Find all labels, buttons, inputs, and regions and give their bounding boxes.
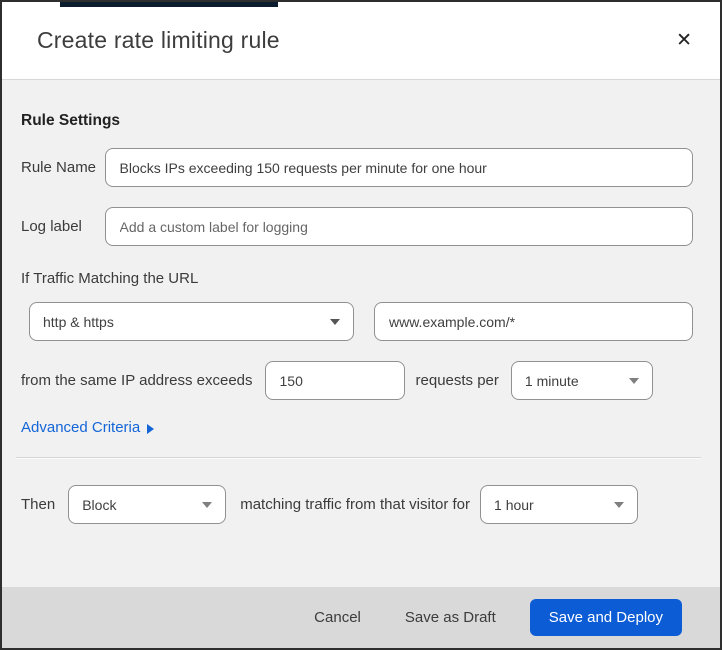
then-text: Then bbox=[21, 496, 56, 513]
advanced-criteria-label: Advanced Criteria bbox=[21, 419, 141, 436]
action-row: Then Block matching traffic from that vi… bbox=[21, 485, 693, 524]
scheme-select-value: http & https bbox=[43, 313, 114, 330]
log-label-label: Log label bbox=[21, 218, 82, 235]
close-icon[interactable]: ✕ bbox=[670, 27, 698, 54]
chevron-right-icon bbox=[147, 423, 155, 434]
dialog-body: Rule Settings Rule Name Log label If Tra… bbox=[2, 80, 720, 524]
scheme-select[interactable]: http & https bbox=[29, 302, 354, 341]
requests-per-text: requests per bbox=[415, 372, 499, 389]
action-select-value: Block bbox=[82, 496, 117, 513]
dialog-footer: Cancel Save as Draft Save and Deploy bbox=[2, 587, 720, 648]
rule-settings-heading: Rule Settings bbox=[21, 112, 121, 129]
traffic-match-heading: If Traffic Matching the URL bbox=[21, 270, 199, 287]
rule-name-input[interactable] bbox=[104, 148, 693, 187]
scheme-url-row: http & https bbox=[21, 302, 693, 341]
duration-select-value: 1 hour bbox=[494, 496, 534, 513]
period-select-value: 1 minute bbox=[524, 372, 579, 389]
top-accent-strip bbox=[60, 2, 278, 7]
threshold-prefix-text: from the same IP address exceeds bbox=[21, 372, 253, 389]
save-and-deploy-button[interactable]: Save and Deploy bbox=[529, 599, 682, 636]
cancel-button[interactable]: Cancel bbox=[304, 601, 371, 634]
log-label-input[interactable] bbox=[104, 207, 693, 246]
period-select[interactable]: 1 minute bbox=[510, 361, 653, 400]
requests-count-input[interactable] bbox=[264, 361, 405, 400]
rule-name-label: Rule Name bbox=[21, 159, 97, 176]
url-pattern-input[interactable] bbox=[374, 302, 693, 341]
rule-name-row: Rule Name bbox=[21, 148, 693, 187]
chevron-down-icon bbox=[614, 501, 625, 508]
create-rate-limiting-rule-dialog: Create rate limiting rule ✕ Rule Setting… bbox=[0, 0, 722, 650]
log-label-row: Log label bbox=[21, 207, 693, 246]
chevron-down-icon bbox=[202, 501, 213, 508]
advanced-criteria-link[interactable]: Advanced Criteria bbox=[21, 419, 155, 436]
action-select[interactable]: Block bbox=[68, 485, 227, 524]
duration-select[interactable]: 1 hour bbox=[480, 485, 639, 524]
chevron-down-icon bbox=[330, 318, 340, 325]
action-middle-text: matching traffic from that visitor for bbox=[240, 496, 471, 513]
section-divider bbox=[16, 457, 701, 459]
threshold-row: from the same IP address exceeds request… bbox=[21, 361, 693, 400]
dialog-title: Create rate limiting rule bbox=[37, 27, 280, 53]
dialog-header: Create rate limiting rule ✕ bbox=[2, 2, 720, 80]
chevron-down-icon bbox=[628, 377, 639, 384]
save-as-draft-button[interactable]: Save as Draft bbox=[395, 601, 506, 634]
